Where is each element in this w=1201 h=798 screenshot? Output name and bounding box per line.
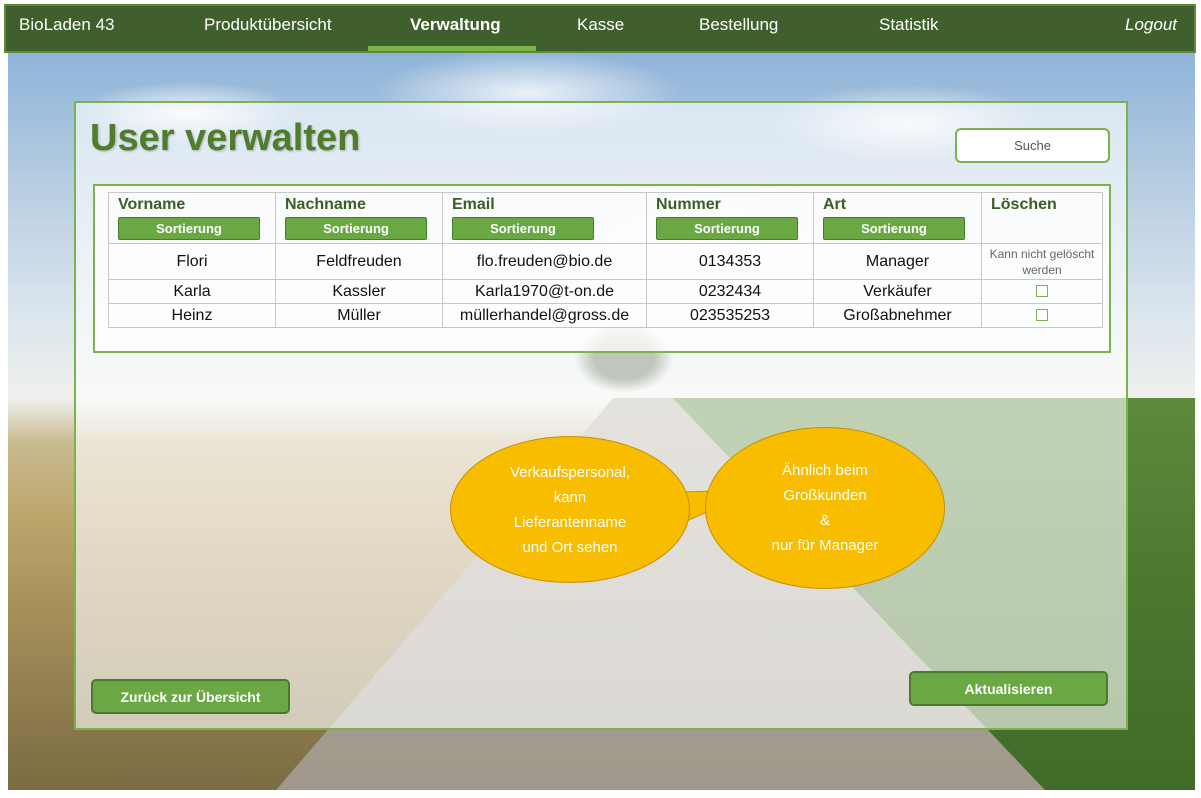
page-title: User verwalten xyxy=(90,117,361,159)
brand-logo[interactable]: BioLaden 43 xyxy=(19,15,114,35)
top-navigation: BioLaden 43 Produktübersicht Verwaltung … xyxy=(4,4,1196,53)
sort-button-nachname[interactable]: Sortierung xyxy=(285,217,427,240)
column-title-nachname: Nachname xyxy=(285,196,366,213)
search-input[interactable] xyxy=(955,128,1110,163)
column-header-nachname: Nachname Sortierung xyxy=(275,192,443,244)
nav-item-bestellung[interactable]: Bestellung xyxy=(699,15,778,35)
cell-art: Verkäufer xyxy=(813,279,982,304)
table-row: Flori Feldfreuden flo.freuden@bio.de 013… xyxy=(108,243,1103,280)
column-title-loeschen: Löschen xyxy=(991,196,1057,213)
sort-button-art[interactable]: Sortierung xyxy=(823,217,965,240)
cell-art: Großabnehmer xyxy=(813,303,982,328)
column-title-vorname: Vorname xyxy=(118,196,186,213)
cell-nachname: Müller xyxy=(275,303,443,328)
nav-item-verwaltung[interactable]: Verwaltung xyxy=(410,15,501,35)
cell-delete-note: Kann nicht gelöscht werden xyxy=(981,243,1103,280)
bubble-right-line-1: Ähnlich beim xyxy=(782,462,868,479)
column-title-email: Email xyxy=(452,196,495,213)
cell-nummer: 023535253 xyxy=(646,303,814,328)
bubble-right-line-3: & xyxy=(819,512,830,529)
cell-delete xyxy=(981,279,1103,304)
sort-button-vorname[interactable]: Sortierung xyxy=(118,217,260,240)
active-tab-indicator xyxy=(368,46,536,51)
cell-nummer: 0232434 xyxy=(646,279,814,304)
back-to-overview-button[interactable]: Zurück zur Übersicht xyxy=(91,679,290,714)
nav-item-kasse[interactable]: Kasse xyxy=(577,15,624,35)
speech-bubble-right: Ähnlich beim Großkunden & nur für Manage… xyxy=(705,427,945,589)
bubble-right-line-4: nur für Manager xyxy=(771,537,879,554)
column-header-art: Art Sortierung xyxy=(813,192,982,244)
column-title-art: Art xyxy=(823,196,847,213)
table-row: Heinz Müller müllerhandel@gross.de 02353… xyxy=(108,303,1103,328)
cell-email: Karla1970@t-on.de xyxy=(442,279,647,304)
column-header-vorname: Vorname Sortierung xyxy=(108,192,276,244)
cell-email: müllerhandel@gross.de xyxy=(442,303,647,328)
column-header-nummer: Nummer Sortierung xyxy=(646,192,814,244)
speech-bubble-left: Verkaufspersonal, kann Lieferantenname u… xyxy=(450,436,690,583)
cell-nachname: Feldfreuden xyxy=(275,243,443,280)
cell-nummer: 0134353 xyxy=(646,243,814,280)
bubble-left-line-1: Verkaufspersonal, xyxy=(509,463,631,481)
cell-art: Manager xyxy=(813,243,982,280)
sort-button-email[interactable]: Sortierung xyxy=(452,217,594,240)
logout-link[interactable]: Logout xyxy=(1125,15,1177,35)
delete-checkbox[interactable] xyxy=(1036,309,1048,322)
table-header-row: Vorname Sortierung Nachname Sortierung E… xyxy=(108,192,1103,244)
refresh-button[interactable]: Aktualisieren xyxy=(909,671,1108,706)
nav-item-statistik[interactable]: Statistik xyxy=(879,15,939,35)
cell-vorname: Heinz xyxy=(108,303,276,328)
nav-item-produktuebersicht[interactable]: Produktübersicht xyxy=(204,15,332,35)
user-table: Vorname Sortierung Nachname Sortierung E… xyxy=(108,192,1103,328)
bubble-left-line-4: und Ort sehen xyxy=(522,538,618,556)
delete-checkbox[interactable] xyxy=(1036,285,1048,298)
cell-nachname: Kassler xyxy=(275,279,443,304)
user-table-container: Vorname Sortierung Nachname Sortierung E… xyxy=(93,184,1111,353)
user-management-panel: User verwalten Vorname Sortierung Nachna… xyxy=(74,101,1128,730)
cell-email: flo.freuden@bio.de xyxy=(442,243,647,280)
bubble-left-line-2: kann xyxy=(553,488,587,506)
column-header-loeschen: Löschen xyxy=(981,192,1103,244)
table-row: Karla Kassler Karla1970@t-on.de 0232434 … xyxy=(108,279,1103,304)
column-header-email: Email Sortierung xyxy=(442,192,647,244)
bubble-left-line-3: Lieferantenname xyxy=(513,513,627,531)
bubble-right-line-2: Großkunden xyxy=(783,487,867,504)
column-title-nummer: Nummer xyxy=(656,196,721,213)
cell-delete xyxy=(981,303,1103,328)
cell-vorname: Karla xyxy=(108,279,276,304)
cell-vorname: Flori xyxy=(108,243,276,280)
sort-button-nummer[interactable]: Sortierung xyxy=(656,217,798,240)
